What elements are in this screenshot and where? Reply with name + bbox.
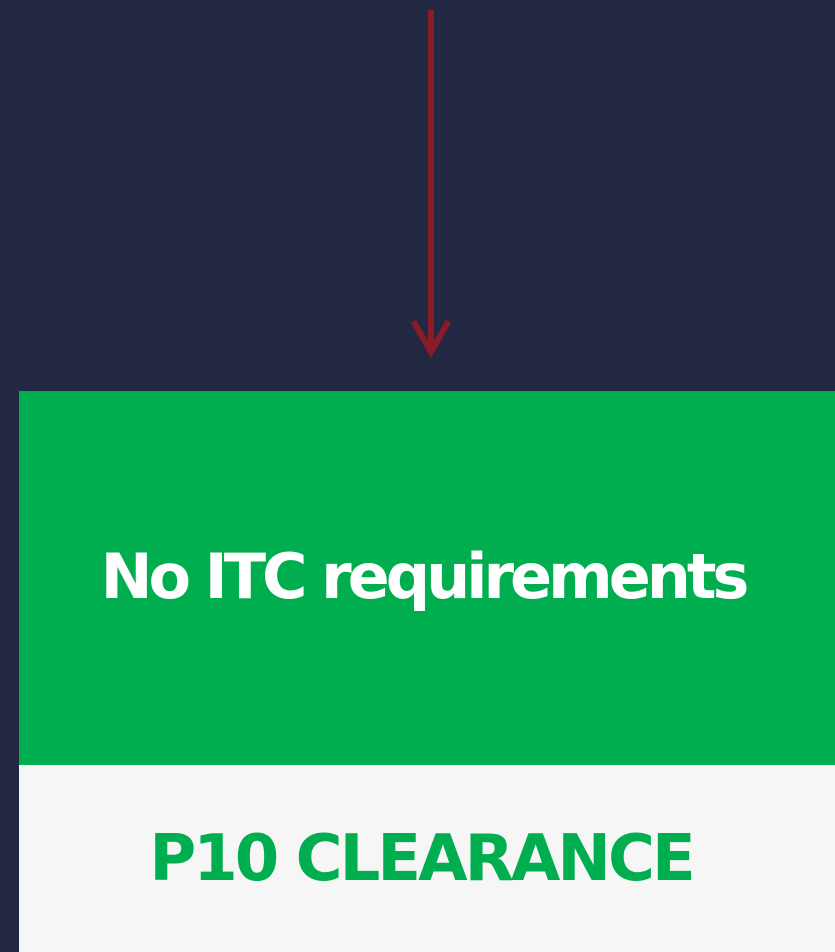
status-card: No ITC requirements P10 CLEARANCE xyxy=(19,391,835,952)
status-card-title: No ITC requirements xyxy=(100,539,750,613)
down-arrow-icon xyxy=(411,10,451,359)
status-card-footer: P10 CLEARANCE xyxy=(19,765,835,952)
status-card-subtitle: P10 CLEARANCE xyxy=(149,822,695,896)
diagram-canvas: No ITC requirements P10 CLEARANCE xyxy=(0,0,835,952)
status-card-header: No ITC requirements xyxy=(19,391,835,765)
